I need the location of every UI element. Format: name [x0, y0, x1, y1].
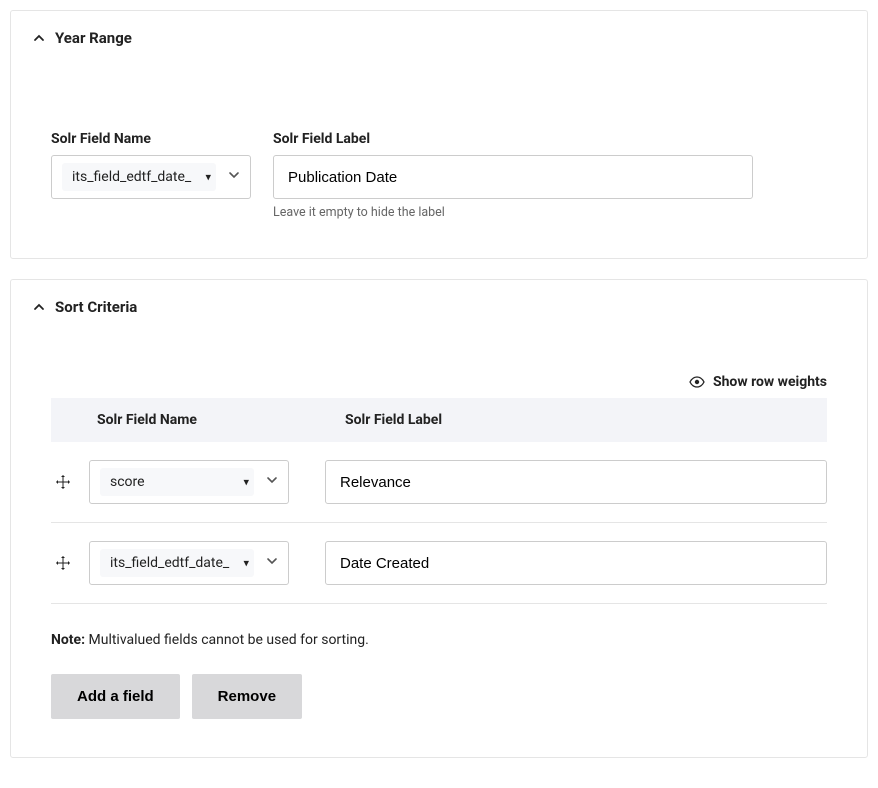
sort-note: Note: Multivalued fields cannot be used … — [51, 632, 827, 648]
remove-button[interactable]: Remove — [192, 674, 302, 719]
year-range-panel: Year Range Solr Field Name its_field_edt… — [10, 10, 868, 259]
sort-criteria-panel: Sort Criteria Show row weights Solr Fiel… — [10, 279, 868, 758]
show-row-weights-link[interactable]: Show row weights — [51, 374, 827, 390]
sort-field-label-input[interactable] — [325, 541, 827, 585]
year-range-title: Year Range — [55, 29, 132, 47]
table-row: score — [51, 442, 827, 523]
header-field-name: Solr Field Name — [97, 412, 345, 428]
sort-field-label-input[interactable] — [325, 460, 827, 504]
select-value: score — [100, 468, 254, 496]
sort-field-name-select[interactable]: its_field_edtf_date_ — [89, 541, 289, 585]
drag-handle-icon[interactable] — [51, 474, 75, 490]
note-strong: Note: — [51, 632, 85, 648]
chevron-down-icon — [266, 555, 278, 571]
sort-criteria-toggle[interactable]: Sort Criteria — [11, 280, 867, 324]
sort-button-row: Add a field Remove — [51, 674, 827, 719]
sort-table-header: Solr Field Name Solr Field Label — [51, 398, 827, 442]
chevron-up-icon — [33, 301, 45, 313]
chevron-up-icon — [33, 32, 45, 44]
solr-field-label-label: Solr Field Label — [273, 131, 753, 147]
add-field-button[interactable]: Add a field — [51, 674, 180, 719]
note-text: Multivalued fields cannot be used for so… — [85, 632, 369, 648]
year-range-field-label-group: Solr Field Label Leave it empty to hide … — [273, 131, 753, 220]
solr-field-name-label: Solr Field Name — [51, 131, 251, 147]
select-value: its_field_edtf_date_ — [100, 549, 254, 577]
sort-criteria-body: Show row weights Solr Field Name Solr Fi… — [11, 324, 867, 757]
select-value: its_field_edtf_date_ — [62, 163, 216, 191]
chevron-down-icon — [266, 474, 278, 490]
show-weights-label: Show row weights — [713, 374, 827, 390]
year-range-field-label-input[interactable] — [273, 155, 753, 199]
chevron-down-icon — [228, 169, 240, 185]
table-row: its_field_edtf_date_ — [51, 523, 827, 604]
year-range-toggle[interactable]: Year Range — [11, 11, 867, 55]
header-field-label: Solr Field Label — [345, 412, 811, 428]
year-range-field-name-select[interactable]: its_field_edtf_date_ — [51, 155, 251, 199]
year-range-field-name-group: Solr Field Name its_field_edtf_date_ — [51, 131, 251, 199]
sort-criteria-table: Solr Field Name Solr Field Label score — [51, 398, 827, 604]
drag-handle-icon[interactable] — [51, 555, 75, 571]
sort-field-name-select[interactable]: score — [89, 460, 289, 504]
eye-icon — [689, 376, 705, 388]
year-range-body: Solr Field Name its_field_edtf_date_ Sol… — [11, 55, 867, 258]
sort-criteria-title: Sort Criteria — [55, 298, 137, 316]
field-label-hint: Leave it empty to hide the label — [273, 205, 753, 220]
